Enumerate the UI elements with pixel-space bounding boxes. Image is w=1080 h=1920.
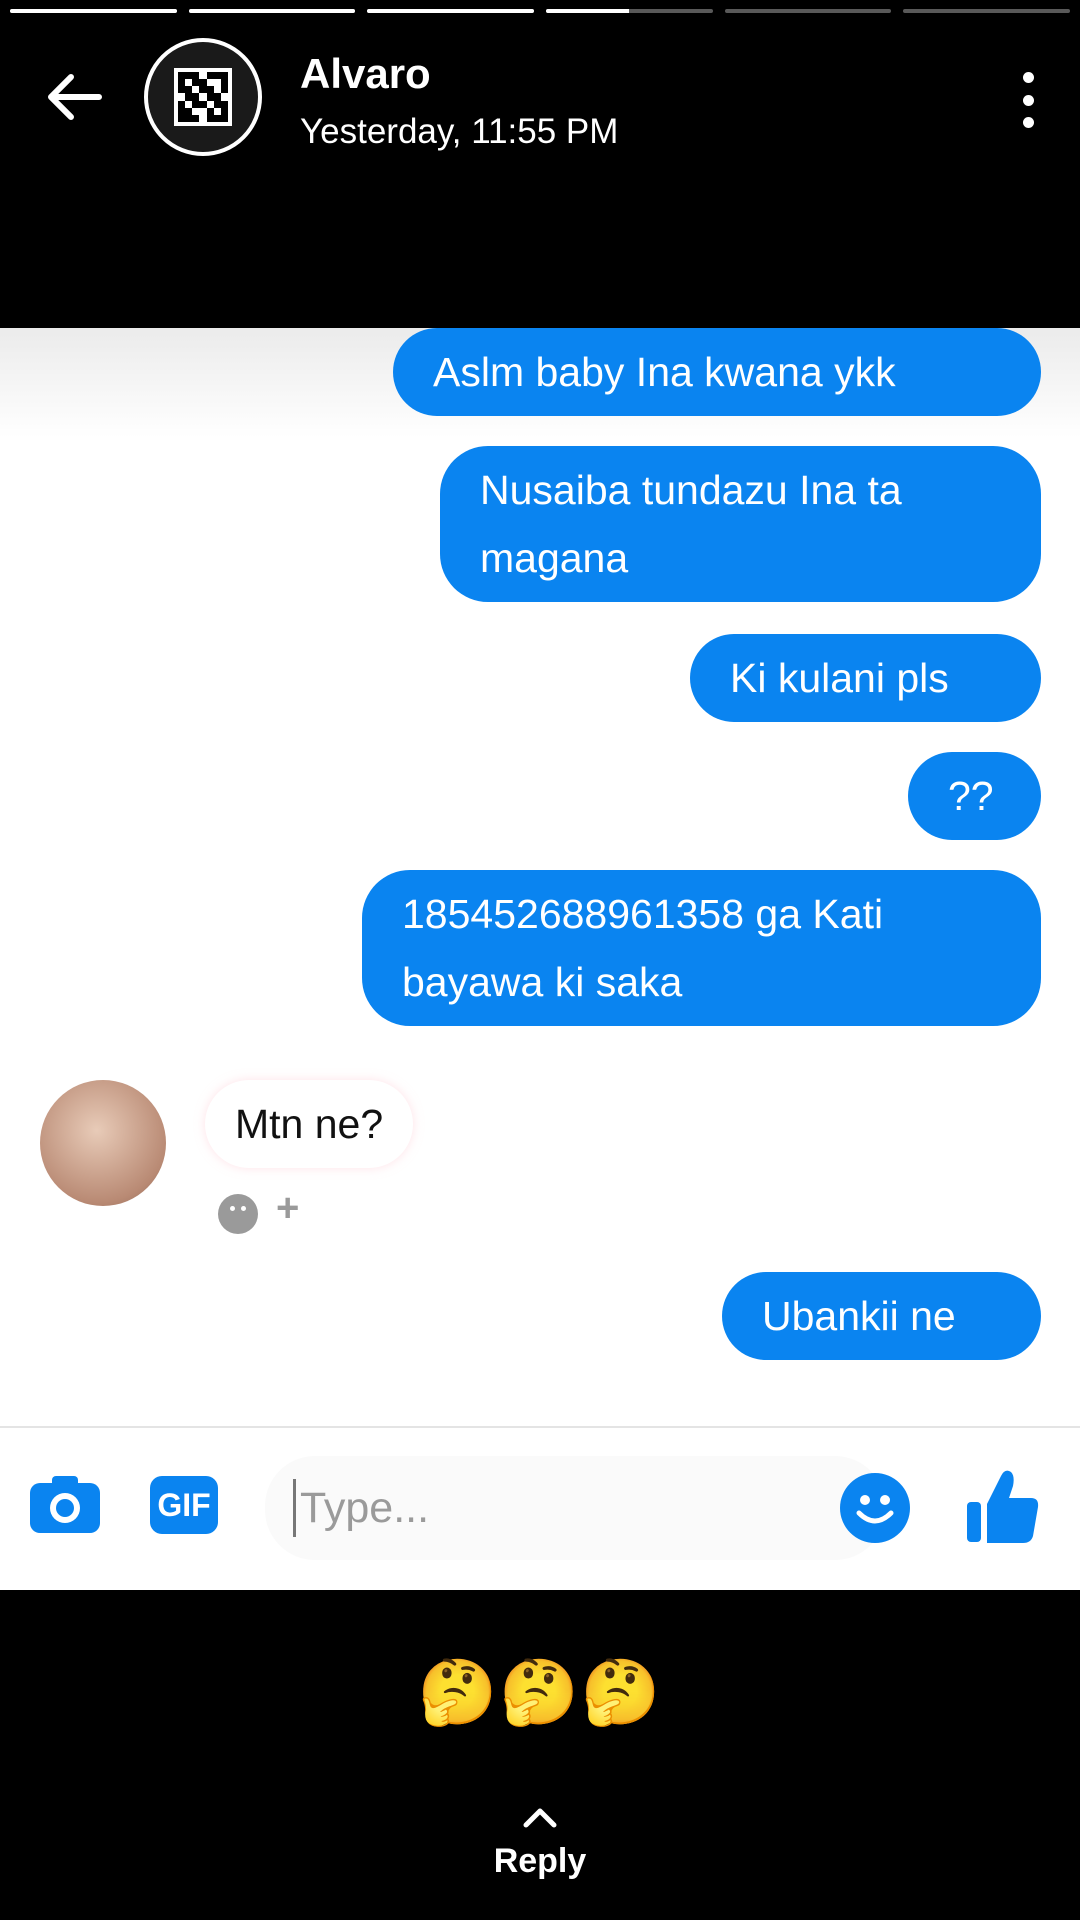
story-caption: 🤔🤔🤔	[417, 1656, 663, 1728]
arrow-left-icon	[48, 74, 102, 120]
emoji-button[interactable]	[840, 1473, 910, 1543]
thumbs-up-icon[interactable]	[965, 1466, 1041, 1546]
add-reaction[interactable]: +	[276, 1186, 299, 1231]
smiley-icon[interactable]	[218, 1194, 258, 1234]
more-options-button[interactable]	[1008, 72, 1048, 128]
outgoing-message: Ubankii ne	[722, 1272, 1041, 1360]
chat-screenshot: Aslm baby Ina kwana ykk Nusaiba tundazu …	[0, 328, 1080, 1590]
qr-code-icon	[174, 68, 232, 126]
reply-button[interactable]: Reply	[0, 1842, 1080, 1881]
author-name[interactable]: Alvaro	[300, 50, 431, 98]
incoming-message: Mtn ne?	[205, 1080, 414, 1168]
more-vertical-icon	[1022, 72, 1034, 83]
progress-segment	[724, 9, 892, 13]
story-progress-bar	[10, 9, 1071, 13]
message-input[interactable]: Type...	[265, 1456, 885, 1560]
outgoing-message: Nusaiba tundazu Ina ta magana	[440, 446, 1041, 602]
story-timestamp: Yesterday, 11:55 PM	[300, 112, 619, 151]
sender-avatar[interactable]	[40, 1080, 166, 1206]
progress-segment	[546, 9, 713, 13]
gif-button[interactable]: GIF	[150, 1476, 218, 1534]
progress-segment	[188, 9, 356, 13]
progress-segment	[367, 9, 535, 13]
message-input-placeholder: Type...	[300, 1483, 430, 1532]
chevron-up-icon[interactable]	[520, 1803, 560, 1831]
progress-segment	[10, 9, 177, 13]
author-avatar[interactable]	[144, 38, 262, 156]
camera-icon[interactable]	[28, 1473, 102, 1535]
outgoing-message: Ki kulani pls	[690, 634, 1041, 722]
outgoing-message: 185452688961358 ga Kati bayawa ki saka	[362, 870, 1041, 1026]
composer-divider	[0, 1426, 1080, 1428]
progress-segment	[903, 9, 1071, 13]
back-button[interactable]	[38, 62, 108, 132]
outgoing-message: ??	[908, 752, 1041, 840]
outgoing-message: Aslm baby Ina kwana ykk	[393, 328, 1041, 416]
smiley-icon	[856, 1495, 894, 1524]
